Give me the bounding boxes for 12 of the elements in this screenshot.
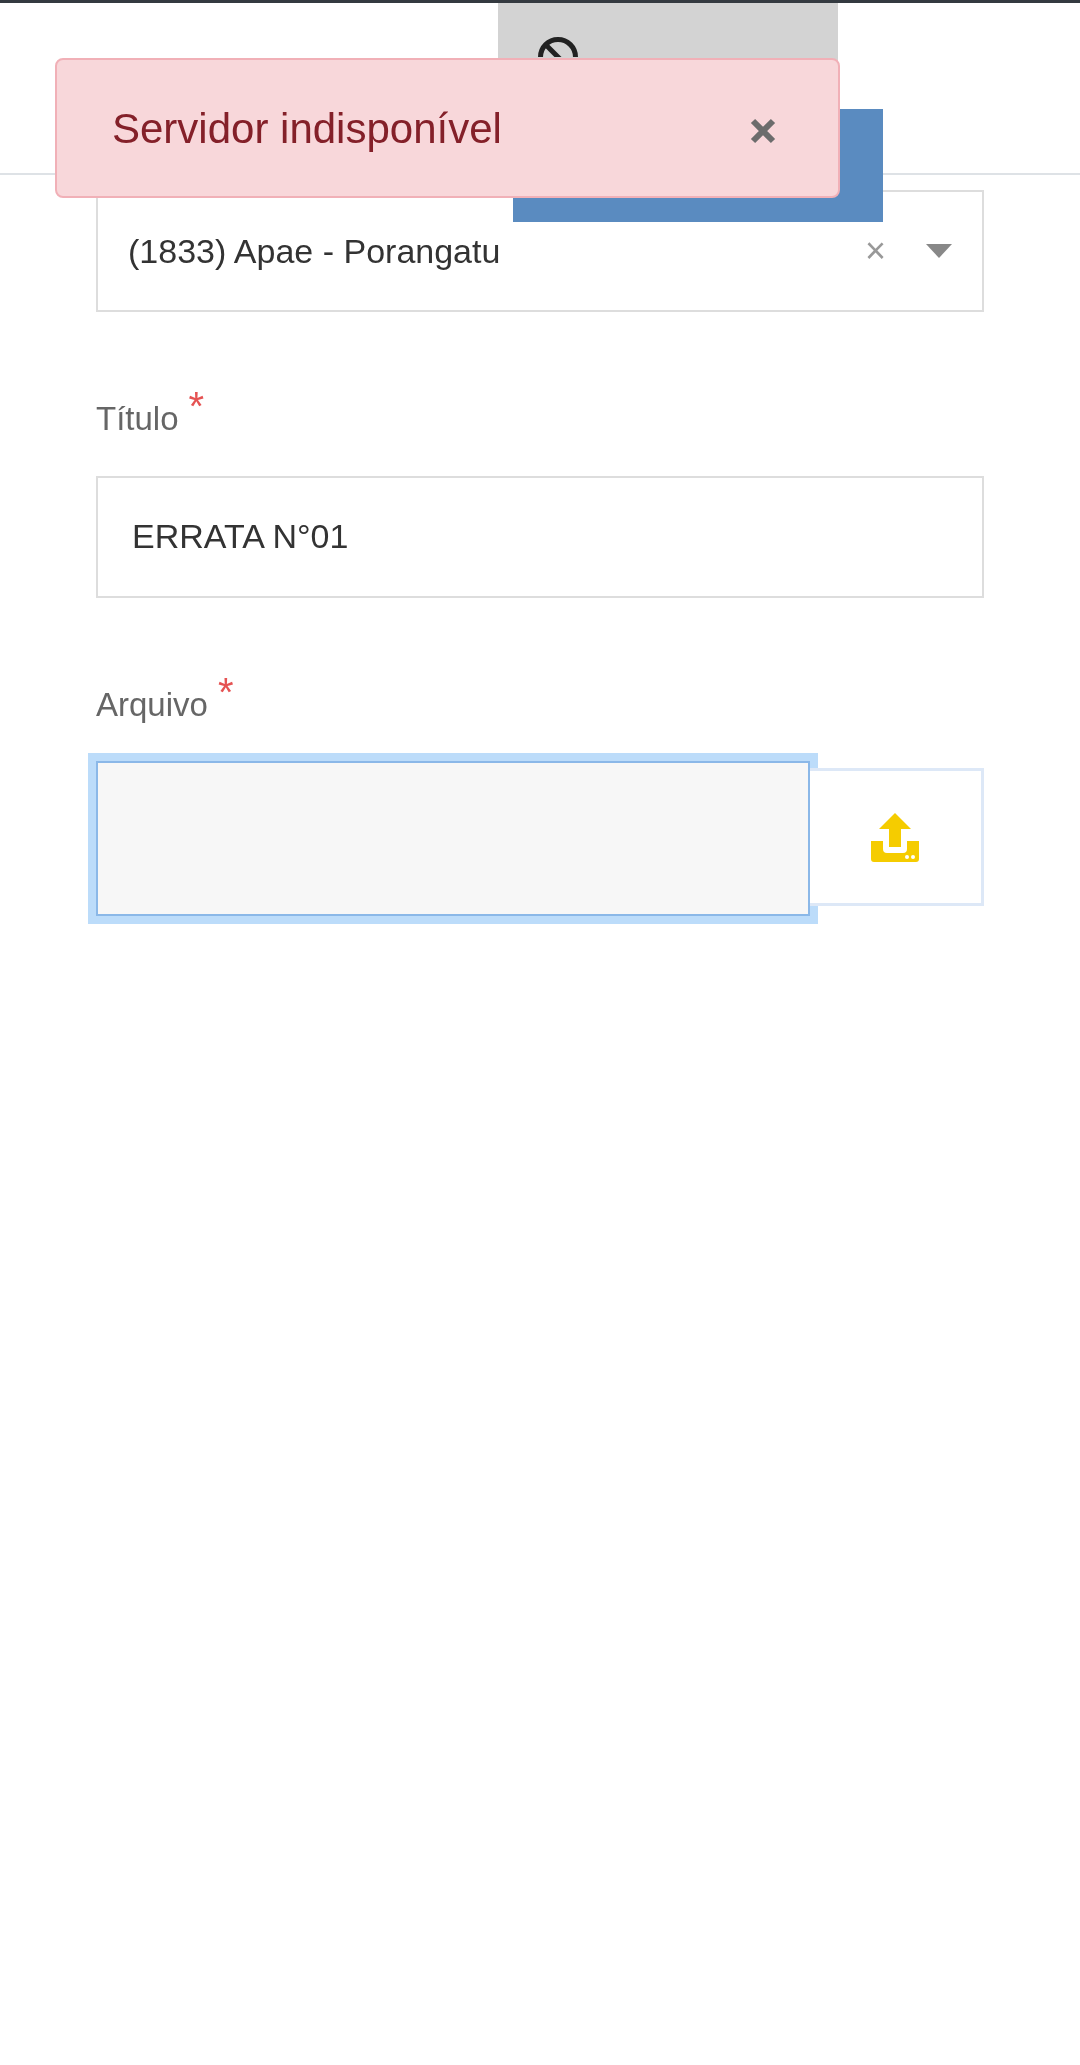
select-field[interactable]: (1833) Apae - Porangatu × [96, 190, 984, 312]
required-mark: * [217, 671, 234, 716]
required-mark: * [188, 386, 205, 430]
alert-message: Servidor indisponível [112, 103, 502, 154]
select-value: (1833) Apae - Porangatu [128, 230, 502, 272]
input-field[interactable]: ERRATA N°01 [96, 475, 984, 598]
field-label: Arquivo [96, 684, 208, 725]
upload-icon [869, 811, 922, 863]
upload-button[interactable] [809, 768, 984, 906]
caret-icon[interactable] [926, 244, 952, 258]
field-label: Título [96, 399, 179, 439]
ban-icon [538, 37, 578, 57]
